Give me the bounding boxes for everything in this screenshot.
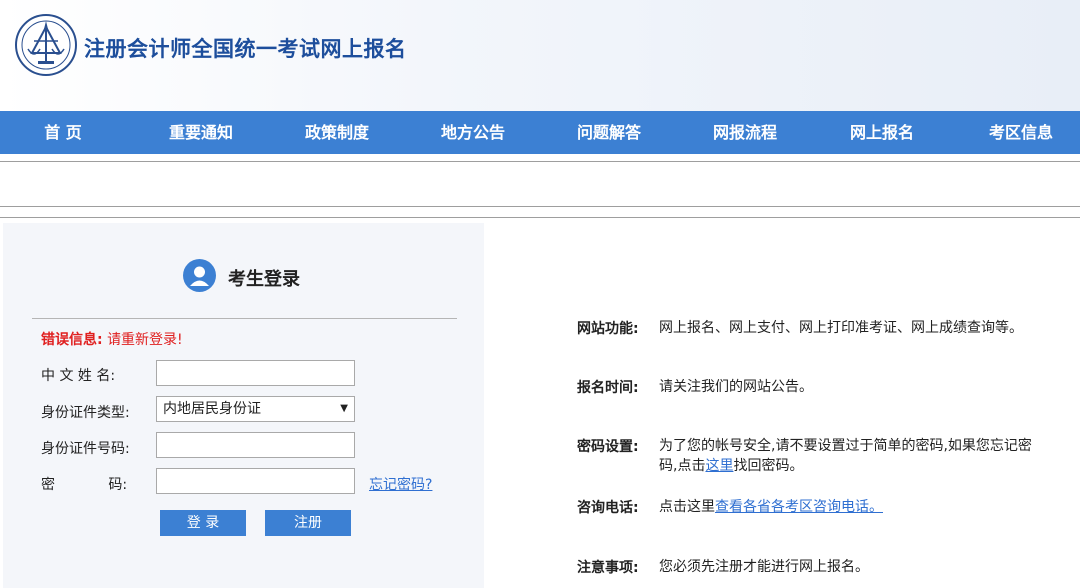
- phone-text-before: 点击这里: [659, 499, 715, 515]
- cpa-association-logo-icon: [14, 13, 78, 77]
- site-title: 注册会计师全国统一考试网上报名: [84, 37, 407, 61]
- error-message: 错误信息: 请重新登录!: [41, 329, 183, 349]
- id-number-input[interactable]: [156, 432, 355, 458]
- recover-password-link[interactable]: 这里: [705, 458, 733, 474]
- separator-line: [0, 217, 1080, 218]
- nav-item-online-signup[interactable]: 网上报名: [837, 111, 927, 154]
- password-setting-label: 密码设置:: [577, 439, 639, 455]
- nav-item-faq[interactable]: 问题解答: [564, 111, 654, 154]
- nav-item-home[interactable]: 首 页: [23, 111, 103, 154]
- nav-item-process[interactable]: 网报流程: [700, 111, 790, 154]
- features-text: 网上报名、网上支付、网上打印准考证、网上成绩查询等。: [659, 320, 1023, 336]
- name-label: 中 文 姓 名:: [41, 368, 116, 384]
- nav-item-policies[interactable]: 政策制度: [292, 111, 382, 154]
- name-input[interactable]: [156, 360, 355, 386]
- login-title: 考生登录: [228, 269, 300, 290]
- password-input[interactable]: [156, 468, 355, 494]
- password-label: 密 码:: [41, 477, 128, 493]
- id-type-select[interactable]: 内地居民身份证 ▼: [156, 396, 355, 422]
- login-divider: [32, 318, 457, 319]
- login-panel: 考生登录 错误信息: 请重新登录! 中 文 姓 名: 身份证件类型: 内地居民身…: [3, 223, 484, 588]
- error-label: 错误信息:: [41, 332, 103, 348]
- id-type-selected-value: 内地居民身份证: [163, 401, 261, 417]
- login-button[interactable]: 登 录: [160, 510, 246, 536]
- register-button[interactable]: 注册: [265, 510, 351, 536]
- separator-line: [0, 161, 1080, 162]
- nav-item-local-announcements[interactable]: 地方公告: [428, 111, 518, 154]
- info-panel: 网站功能: 网上报名、网上支付、网上打印准考证、网上成绩查询等。 报名时间: 请…: [484, 223, 1080, 588]
- chevron-down-icon: ▼: [340, 403, 348, 414]
- phone-text: 点击这里查看各省各考区咨询电话。: [659, 497, 1034, 517]
- main-nav: 首 页 重要通知 政策制度 地方公告 问题解答 网报流程 网上报名 考区信息: [0, 111, 1080, 154]
- signup-time-text: 请关注我们的网站公告。: [659, 379, 813, 395]
- features-label: 网站功能:: [577, 321, 639, 337]
- nav-item-notices[interactable]: 重要通知: [156, 111, 246, 154]
- consult-phone-link[interactable]: 查看各省各考区咨询电话。: [715, 499, 883, 515]
- password-setting-text: 为了您的帐号安全,请不要设置过于简单的密码,如果您忘记密码,点击这里找回密码。: [659, 436, 1034, 476]
- id-type-label: 身份证件类型:: [41, 405, 130, 421]
- forgot-password-link[interactable]: 忘记密码?: [369, 474, 432, 494]
- notice-label: 注意事项:: [577, 560, 639, 576]
- signup-time-label: 报名时间:: [577, 380, 639, 396]
- nav-item-exam-area-info[interactable]: 考区信息: [976, 111, 1066, 154]
- separator-line: [0, 206, 1080, 207]
- notice-text: 您必须先注册才能进行网上报名。: [659, 559, 869, 575]
- password-setting-text-after: 找回密码。: [733, 458, 804, 474]
- phone-label: 咨询电话:: [577, 500, 639, 516]
- user-icon: [183, 259, 216, 292]
- site-header: 注册会计师全国统一考试网上报名: [0, 0, 1080, 111]
- id-number-label: 身份证件号码:: [41, 441, 130, 457]
- error-text: 请重新登录!: [107, 332, 183, 348]
